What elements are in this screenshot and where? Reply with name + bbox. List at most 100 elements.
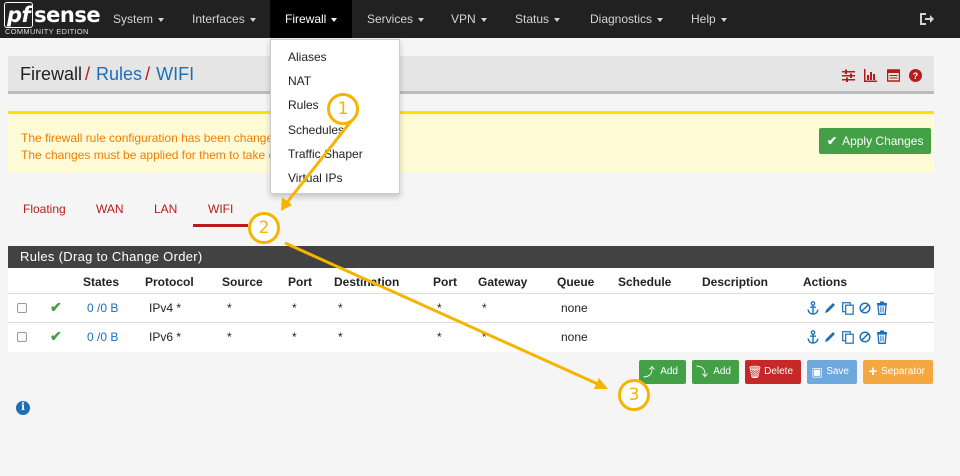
destination-cell: * xyxy=(338,330,343,344)
anchor-icon[interactable] xyxy=(807,329,819,344)
active-tab-indicator xyxy=(193,224,248,227)
gateway-cell: * xyxy=(482,301,487,315)
add-bottom-label: Add xyxy=(713,366,731,377)
nav-services-label: Services xyxy=(367,12,414,26)
col-states[interactable]: States xyxy=(83,275,119,289)
annotation-arrowhead-1 xyxy=(281,197,292,211)
tab-wan[interactable]: WAN xyxy=(96,202,124,216)
nav-help[interactable]: Help xyxy=(680,0,740,38)
nav-status-label: Status xyxy=(515,12,550,26)
row-actions xyxy=(807,300,890,315)
nav-firewall-label: Firewall xyxy=(285,12,327,26)
pencil-icon[interactable] xyxy=(824,301,836,315)
tab-lan[interactable]: LAN xyxy=(154,202,177,216)
nav-diagnostics[interactable]: Diagnostics xyxy=(578,0,678,38)
chevron-down-icon xyxy=(418,17,425,22)
dest-port-cell: * xyxy=(437,330,442,344)
tab-wifi[interactable]: WIFI xyxy=(208,202,233,216)
col-protocol[interactable]: Protocol xyxy=(145,275,194,289)
breadcrumb-wifi-link[interactable]: WIFI xyxy=(156,64,194,84)
trash-icon[interactable] xyxy=(876,301,888,315)
disable-icon[interactable] xyxy=(859,301,871,315)
pfsense-logo[interactable]: pf sense COMMUNITY EDITION xyxy=(4,2,101,36)
check-icon: ✔ xyxy=(827,134,838,148)
alert-line-1: The firewall rule configuration has been… xyxy=(21,131,284,145)
annotation-step-1: 1 xyxy=(327,93,359,125)
row-select-checkbox[interactable] xyxy=(17,303,27,313)
logout-icon[interactable] xyxy=(918,11,934,27)
nav-help-label: Help xyxy=(691,12,716,26)
nav-status[interactable]: Status xyxy=(503,0,575,38)
source-cell: * xyxy=(227,330,232,344)
save-order-button[interactable]: ▣ Save xyxy=(807,360,857,384)
rules-heading: Rules (Drag to Change Order) xyxy=(8,246,934,268)
trash-icon[interactable] xyxy=(876,330,888,344)
plus-icon: + xyxy=(868,363,878,380)
breadcrumb-rules-link[interactable]: Rules xyxy=(96,64,142,84)
protocol-cell: IPv4 * xyxy=(149,301,182,315)
sliders-icon[interactable] xyxy=(841,69,855,83)
page-header: Firewall / Rules / WIFI ? xyxy=(8,56,934,94)
nav-vpn[interactable]: VPN xyxy=(440,0,500,38)
menu-item-nat[interactable]: NAT xyxy=(288,74,311,88)
col-queue[interactable]: Queue xyxy=(557,275,594,289)
delete-rules-button[interactable]: 🗑 Delete xyxy=(745,360,801,384)
col-source[interactable]: Source xyxy=(222,275,263,289)
add-separator-button[interactable]: + Separator xyxy=(863,360,933,384)
add-rule-top-button[interactable]: ⤴ Add xyxy=(639,360,686,384)
nav-system[interactable]: System xyxy=(100,0,174,38)
help-circle-icon[interactable]: ? xyxy=(909,69,922,83)
annotation-step-2: 2 xyxy=(248,212,280,244)
apply-changes-label: Apply Changes xyxy=(842,134,924,148)
col-destination[interactable]: Destination xyxy=(334,275,399,289)
header-icons: ? xyxy=(836,68,922,83)
col-schedule[interactable]: Schedule xyxy=(618,275,671,289)
add-rule-bottom-button[interactable]: ⤵ Add xyxy=(692,360,739,384)
apply-changes-button[interactable]: ✔ Apply Changes xyxy=(819,128,932,154)
list-table-icon[interactable] xyxy=(886,69,900,83)
rule-enabled-check-icon: ✔ xyxy=(50,299,62,315)
menu-item-aliases[interactable]: Aliases xyxy=(288,50,327,64)
states-link[interactable]: 0 /0 B xyxy=(87,330,118,344)
breadcrumb-firewall: Firewall xyxy=(20,64,83,84)
arrow-turn-down-icon: ⤵ xyxy=(695,365,708,379)
menu-item-traffic-shaper[interactable]: Traffic Shaper xyxy=(288,147,363,161)
breadcrumb-separator: / xyxy=(145,64,151,84)
bar-chart-icon[interactable] xyxy=(864,69,878,83)
menu-item-virtual-ips[interactable]: Virtual IPs xyxy=(288,171,342,185)
tab-floating[interactable]: Floating xyxy=(23,202,66,216)
chevron-down-icon xyxy=(480,17,487,22)
nav-services[interactable]: Services xyxy=(355,0,435,38)
copy-icon[interactable] xyxy=(841,301,854,315)
destination-cell: * xyxy=(338,301,343,315)
nav-vpn-label: VPN xyxy=(451,12,476,26)
source-cell: * xyxy=(227,301,232,315)
anchor-icon[interactable] xyxy=(807,300,819,315)
disable-icon[interactable] xyxy=(859,330,871,344)
row-select-checkbox[interactable] xyxy=(17,332,27,342)
col-dest-port[interactable]: Port xyxy=(433,275,457,289)
queue-cell: none xyxy=(561,330,588,344)
col-actions: Actions xyxy=(803,275,848,289)
delete-label: Delete xyxy=(764,366,793,377)
pencil-icon[interactable] xyxy=(824,330,836,344)
col-description[interactable]: Description xyxy=(702,275,768,289)
menu-item-rules[interactable]: Rules xyxy=(288,98,319,112)
port-cell: * xyxy=(292,330,297,344)
chevron-down-icon xyxy=(657,17,664,22)
nav-firewall[interactable]: Firewall xyxy=(270,0,352,38)
dest-port-cell: * xyxy=(437,301,442,315)
logo-pf: pf xyxy=(4,2,34,28)
logo-edition: COMMUNITY EDITION xyxy=(5,27,89,36)
chevron-down-icon xyxy=(331,17,338,22)
nav-system-label: System xyxy=(113,12,154,26)
menu-item-schedules[interactable]: Schedules xyxy=(288,123,344,137)
nav-interfaces[interactable]: Interfaces xyxy=(180,0,268,38)
rule-enabled-check-icon: ✔ xyxy=(50,328,62,344)
col-gateway[interactable]: Gateway xyxy=(478,275,527,289)
states-link[interactable]: 0 /0 B xyxy=(87,301,118,315)
info-icon[interactable]: i xyxy=(16,401,30,415)
copy-icon[interactable] xyxy=(841,330,854,344)
col-port[interactable]: Port xyxy=(288,275,312,289)
top-navbar: pf sense COMMUNITY EDITION System Interfa… xyxy=(0,0,960,38)
